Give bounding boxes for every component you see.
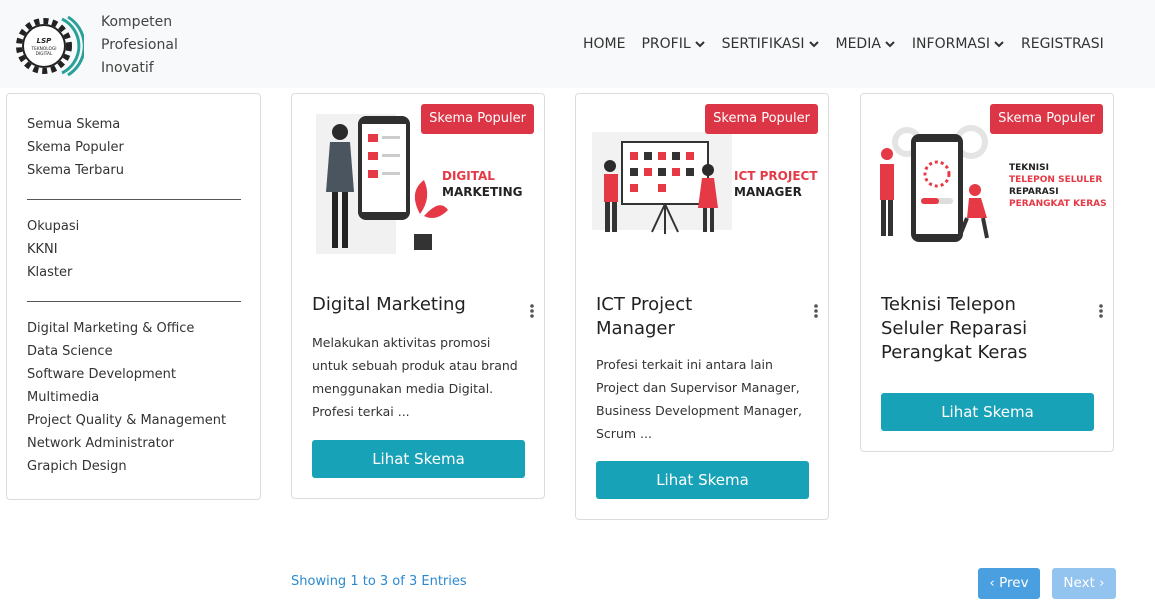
sidebar-item-klaster[interactable]: Klaster xyxy=(27,263,72,283)
sidebar-item-data-science[interactable]: Data Science xyxy=(27,342,113,362)
prev-label: Prev xyxy=(999,575,1029,591)
card-description-line: Profesi terkai ... xyxy=(312,404,410,419)
scheme-card: ICT PROJECT MANAGER Skema Populer ICT Pr… xyxy=(575,93,829,520)
view-scheme-button[interactable]: Lihat Skema xyxy=(881,393,1094,431)
next-label: Next xyxy=(1063,575,1095,591)
chevron-right-icon: › xyxy=(1099,575,1105,591)
sidebar-item-okupasi[interactable]: Okupasi xyxy=(27,217,79,237)
lsp-logo[interactable]: LSP TEKNOLOGI DIGITAL xyxy=(10,11,84,81)
nav-home[interactable]: HOME xyxy=(583,34,625,54)
sidebar-item-kkni[interactable]: KKNI xyxy=(27,240,58,260)
nav-registrasi-label: REGISTRASI xyxy=(1021,36,1104,52)
nav-home-label: HOME xyxy=(583,36,626,52)
more-options-icon[interactable] xyxy=(812,303,820,319)
next-page-button[interactable]: Next › xyxy=(1052,568,1116,599)
card-image-caption: DIGITAL xyxy=(442,169,495,183)
tagline-line: Kompeten xyxy=(101,14,173,30)
scheme-card: TEKNISI TELEPON SELULER REPARASI PERANGK… xyxy=(860,93,1114,452)
sidebar-item-grapich-design[interactable]: Grapich Design xyxy=(27,457,127,477)
popular-badge: Skema Populer xyxy=(421,104,534,134)
card-title-line: ICT Project xyxy=(596,294,693,315)
tagline-line: Profesional xyxy=(101,37,178,53)
tagline-line: Inovatif xyxy=(101,60,154,76)
card-image-caption: MARKETING xyxy=(442,185,523,199)
sidebar-item-skema-populer[interactable]: Skema Populer xyxy=(27,138,124,158)
svg-text:LSP: LSP xyxy=(37,37,53,45)
card-image-caption: REPARASI xyxy=(1009,187,1059,197)
card-description-line: menggunakan media Digital. xyxy=(312,381,494,396)
card-image-caption: PERANGKAT KERAS xyxy=(1009,199,1107,209)
sidebar-item-multimedia[interactable]: Multimedia xyxy=(27,388,99,408)
view-scheme-button[interactable]: Lihat Skema xyxy=(596,461,809,499)
svg-text:DIGITAL: DIGITAL xyxy=(36,51,53,57)
entries-summary: Showing 1 to 3 of 3 Entries xyxy=(291,574,467,589)
nav-profil-label: PROFIL xyxy=(641,36,691,52)
popular-badge: Skema Populer xyxy=(990,104,1103,134)
chevron-down-icon xyxy=(694,41,705,48)
card-title: Teknisi Telepon Seluler Reparasi Perangk… xyxy=(881,293,1027,365)
sidebar-item-semua-skema[interactable]: Semua Skema xyxy=(27,115,120,135)
chevron-down-icon xyxy=(994,41,1004,48)
nav-informasi-label: INFORMASI xyxy=(911,36,990,52)
scheme-card: DIGITAL MARKETING Skema Populer Digital … xyxy=(291,93,545,499)
card-image-caption: TEKNISI xyxy=(1009,163,1049,173)
more-options-icon[interactable] xyxy=(528,303,536,319)
sidebar-item-software-development[interactable]: Software Development xyxy=(27,365,176,385)
card-description-line: Scrum ... xyxy=(596,426,652,441)
more-options-icon[interactable] xyxy=(1097,303,1105,319)
nav-profil[interactable]: PROFIL xyxy=(641,34,705,54)
card-title-line: Teknisi Telepon xyxy=(881,294,1016,315)
card-title: ICT Project Manager xyxy=(596,293,692,341)
nav-registrasi[interactable]: REGISTRASI xyxy=(1021,34,1104,54)
card-image-caption: TELEPON SELULER xyxy=(1009,175,1102,185)
sidebar-item-network-administrator[interactable]: Network Administrator xyxy=(27,434,174,454)
chevron-down-icon xyxy=(808,41,819,48)
card-description-line: Business Development Manager, xyxy=(596,403,802,418)
navbar: LSP TEKNOLOGI DIGITAL Kompeten Profesion… xyxy=(0,0,1155,88)
popular-badge: Skema Populer xyxy=(705,104,818,134)
chevron-left-icon: ‹ xyxy=(989,575,995,591)
brand-tagline: Kompeten Profesional Inovatif xyxy=(101,11,178,80)
card-image-caption: MANAGER xyxy=(734,185,802,199)
nav-media[interactable]: MEDIA xyxy=(836,34,896,54)
category-sidebar: Semua Skema Skema Populer Skema Terbaru … xyxy=(6,93,261,500)
nav-media-label: MEDIA xyxy=(835,36,881,52)
card-description-line: Profesi terkait ini antara lain xyxy=(596,357,773,372)
view-scheme-button[interactable]: Lihat Skema xyxy=(312,440,525,478)
prev-page-button[interactable]: ‹ Prev xyxy=(978,568,1040,599)
card-image-caption: ICT PROJECT xyxy=(734,169,818,183)
card-description-line: untuk sebuah produk atau brand xyxy=(312,358,518,373)
card-title-line: Seluler Reparasi xyxy=(881,318,1028,339)
card-title-line: Digital Marketing xyxy=(312,294,466,315)
sidebar-divider xyxy=(27,199,241,200)
sidebar-divider xyxy=(27,301,241,302)
card-title-line: Perangkat Keras xyxy=(881,342,1028,363)
card-description-line: Project dan Supervisor Manager, xyxy=(596,380,800,395)
nav-informasi[interactable]: INFORMASI xyxy=(912,34,1005,54)
chevron-down-icon xyxy=(885,41,895,48)
nav-sertifikasi-label: SERTIFIKASI xyxy=(721,36,805,52)
main-menu: HOME PROFIL SERTIFIKASI MEDIA INFORMASI … xyxy=(583,34,1104,54)
sidebar-item-digital-marketing-office[interactable]: Digital Marketing & Office xyxy=(27,319,194,339)
sidebar-item-skema-terbaru[interactable]: Skema Terbaru xyxy=(27,161,124,181)
card-description-line: Melakukan aktivitas promosi xyxy=(312,335,491,350)
card-title-line: Manager xyxy=(596,318,675,339)
card-description: Melakukan aktivitas promosi untuk sebuah… xyxy=(312,331,528,423)
sidebar-item-project-quality[interactable]: Project Quality & Management xyxy=(27,411,226,431)
card-title: Digital Marketing xyxy=(312,293,466,317)
nav-sertifikasi[interactable]: SERTIFIKASI xyxy=(722,34,820,54)
card-description: Profesi terkait ini antara lain Project … xyxy=(596,353,812,445)
